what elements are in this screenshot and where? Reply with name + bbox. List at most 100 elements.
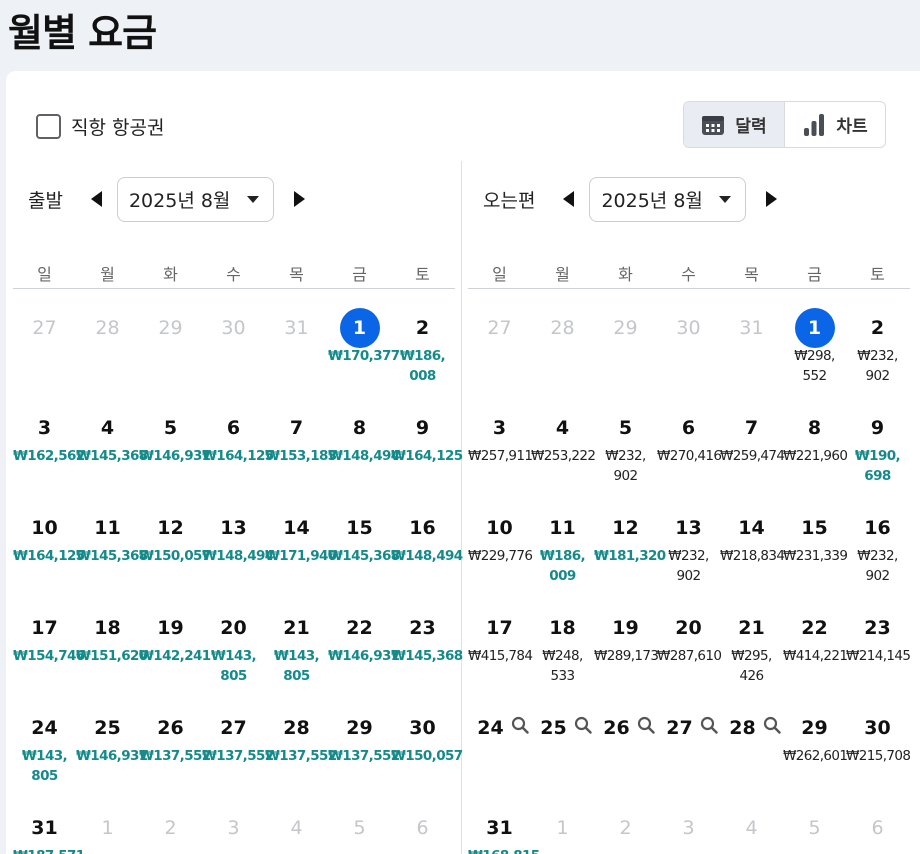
day-number: 28 [283, 717, 310, 739]
day-cell[interactable]: 10 ₩229,776 [468, 489, 533, 589]
day-number: 3 [227, 817, 240, 839]
day-cell[interactable]: 7 ₩153,183 [265, 389, 337, 489]
day-cell[interactable]: 5 ₩232, 902 [594, 389, 657, 489]
day-cell[interactable]: 17 ₩154,746 [13, 589, 85, 689]
chart-view-button[interactable]: 차트 [785, 102, 885, 147]
prev-month-icon[interactable] [90, 191, 102, 207]
day-price: ₩414,221 [783, 648, 848, 664]
day-price: ₩164,125 [391, 448, 463, 464]
day-cell[interactable]: 23 ₩214,145 [846, 589, 911, 689]
day-cell[interactable]: 12 ₩181,320 [594, 489, 666, 589]
day-cell[interactable]: 28 [720, 689, 783, 789]
day-cell[interactable]: 29 ₩262,601 [783, 689, 848, 789]
day-cell[interactable]: 6 ₩270,416 [657, 389, 722, 489]
day-cell[interactable]: 18 ₩151,620 [76, 589, 148, 689]
day-cell[interactable]: 11 ₩186, 009 [531, 489, 594, 589]
day-cell[interactable]: 30 ₩215,708 [846, 689, 911, 789]
direct-flights-option[interactable]: 직항 항공권 [36, 113, 164, 140]
day-cell[interactable]: 2 ₩186, 008 [391, 289, 454, 389]
search-icon[interactable] [574, 716, 592, 738]
day-price: ₩150,057 [391, 748, 463, 764]
day-cell[interactable]: 26 [594, 689, 657, 789]
day-number: 2 [870, 317, 885, 339]
day-number: 27 [32, 317, 57, 339]
day-cell[interactable]: 11 ₩145,368 [76, 489, 148, 589]
day-cell[interactable]: 27 ₩137,552 [202, 689, 274, 789]
day-cell[interactable]: 8 ₩221,960 [783, 389, 848, 489]
day-number: 5 [618, 417, 633, 439]
day-price: ₩142,241 [139, 648, 211, 664]
day-cell[interactable]: 31 ₩187,571 [13, 789, 85, 854]
day-cell[interactable]: 1 ₩170,377 [328, 289, 400, 389]
day-price: ₩270,416 [657, 448, 722, 464]
day-cell[interactable]: 20 ₩287,610 [657, 589, 722, 689]
weekday-label: 월 [555, 265, 570, 284]
day-cell[interactable]: 4 ₩145,368 [76, 389, 148, 489]
day-cell[interactable]: 7 ₩259,474 [720, 389, 785, 489]
day-cell[interactable]: 14 ₩171,940 [265, 489, 337, 589]
day-cell[interactable]: 13 ₩148,494 [202, 489, 274, 589]
day-price: ₩253,222 [531, 448, 596, 464]
day-cell[interactable]: 6 ₩164,125 [202, 389, 274, 489]
direct-flights-checkbox[interactable] [36, 114, 61, 139]
day-cell[interactable]: 19 ₩142,241 [139, 589, 211, 689]
day-cell[interactable]: 9 ₩190, 698 [846, 389, 909, 489]
selected-day-number: 1 [794, 308, 835, 348]
next-month-icon[interactable] [293, 191, 305, 207]
day-cell[interactable]: 31 ₩168,815 [468, 789, 540, 854]
day-cell[interactable]: 22 ₩146,931 [328, 589, 400, 689]
day-cell[interactable]: 29 ₩137,552 [328, 689, 400, 789]
return-month-select[interactable]: 2025년 8월 [589, 176, 747, 222]
day-cell[interactable]: 24 [468, 689, 531, 789]
search-icon[interactable] [700, 716, 718, 738]
day-cell[interactable]: 1 ₩298, 552 [783, 289, 846, 389]
day-price: ₩150,057 [139, 548, 211, 564]
day-cell[interactable]: 3 ₩162,562 [13, 389, 85, 489]
day-cell[interactable]: 15 ₩145,368 [328, 489, 400, 589]
day-cell[interactable]: 9 ₩164,125 [391, 389, 463, 489]
calendar-view-button[interactable]: 달력 [684, 102, 785, 147]
day-cell[interactable]: 3 ₩257,911 [468, 389, 533, 489]
day-price: ₩229,776 [468, 548, 533, 564]
day-price: ₩259,474 [720, 448, 785, 464]
day-cell[interactable]: 28 ₩137,552 [265, 689, 337, 789]
day-price: ₩190, 698 [854, 448, 901, 484]
day-number: 30 [221, 317, 246, 339]
day-cell[interactable]: 16 ₩148,494 [391, 489, 463, 589]
day-price: ₩137,552 [265, 748, 337, 764]
day-price: ₩218,834 [720, 548, 785, 564]
day-cell[interactable]: 21 ₩295, 426 [720, 589, 783, 689]
search-icon[interactable] [763, 716, 781, 738]
day-cell[interactable]: 4 ₩253,222 [531, 389, 596, 489]
day-cell[interactable]: 22 ₩414,221 [783, 589, 848, 689]
day-cell[interactable]: 12 ₩150,057 [139, 489, 211, 589]
search-icon[interactable] [511, 716, 529, 738]
search-icon[interactable] [637, 716, 655, 738]
day-cell[interactable]: 15 ₩231,339 [783, 489, 848, 589]
day-cell[interactable]: 10 ₩164,125 [13, 489, 85, 589]
day-cell[interactable]: 14 ₩218,834 [720, 489, 785, 589]
day-cell[interactable]: 16 ₩232, 902 [846, 489, 909, 589]
day-cell[interactable]: 18 ₩248, 533 [531, 589, 594, 689]
prev-month-icon[interactable] [563, 191, 575, 207]
day-cell[interactable]: 25 [531, 689, 594, 789]
day-number: 24 [31, 717, 58, 739]
day-cell[interactable]: 2 ₩232, 902 [846, 289, 909, 389]
day-cell[interactable]: 5 ₩146,931 [139, 389, 211, 489]
day-price: ₩289,173 [594, 648, 659, 664]
day-cell[interactable]: 27 [657, 689, 720, 789]
day-cell[interactable]: 30 ₩150,057 [391, 689, 463, 789]
day-cell[interactable]: 25 ₩146,931 [76, 689, 148, 789]
day-cell[interactable]: 8 ₩148,494 [328, 389, 400, 489]
day-cell[interactable]: 20 ₩143, 805 [202, 589, 265, 689]
next-month-icon[interactable] [766, 191, 778, 207]
departure-month-select[interactable]: 2025년 8월 [116, 176, 274, 222]
day-cell[interactable]: 17 ₩415,784 [468, 589, 533, 689]
day-cell[interactable]: 24 ₩143, 805 [13, 689, 76, 789]
day-cell[interactable]: 23 ₩145,368 [391, 589, 463, 689]
day-cell[interactable]: 13 ₩232, 902 [657, 489, 720, 589]
day-cell[interactable]: 21 ₩143, 805 [265, 589, 328, 689]
day-cell[interactable]: 26 ₩137,552 [139, 689, 211, 789]
day-cell-outside-month: 29 [594, 289, 657, 389]
day-cell[interactable]: 19 ₩289,173 [594, 589, 659, 689]
